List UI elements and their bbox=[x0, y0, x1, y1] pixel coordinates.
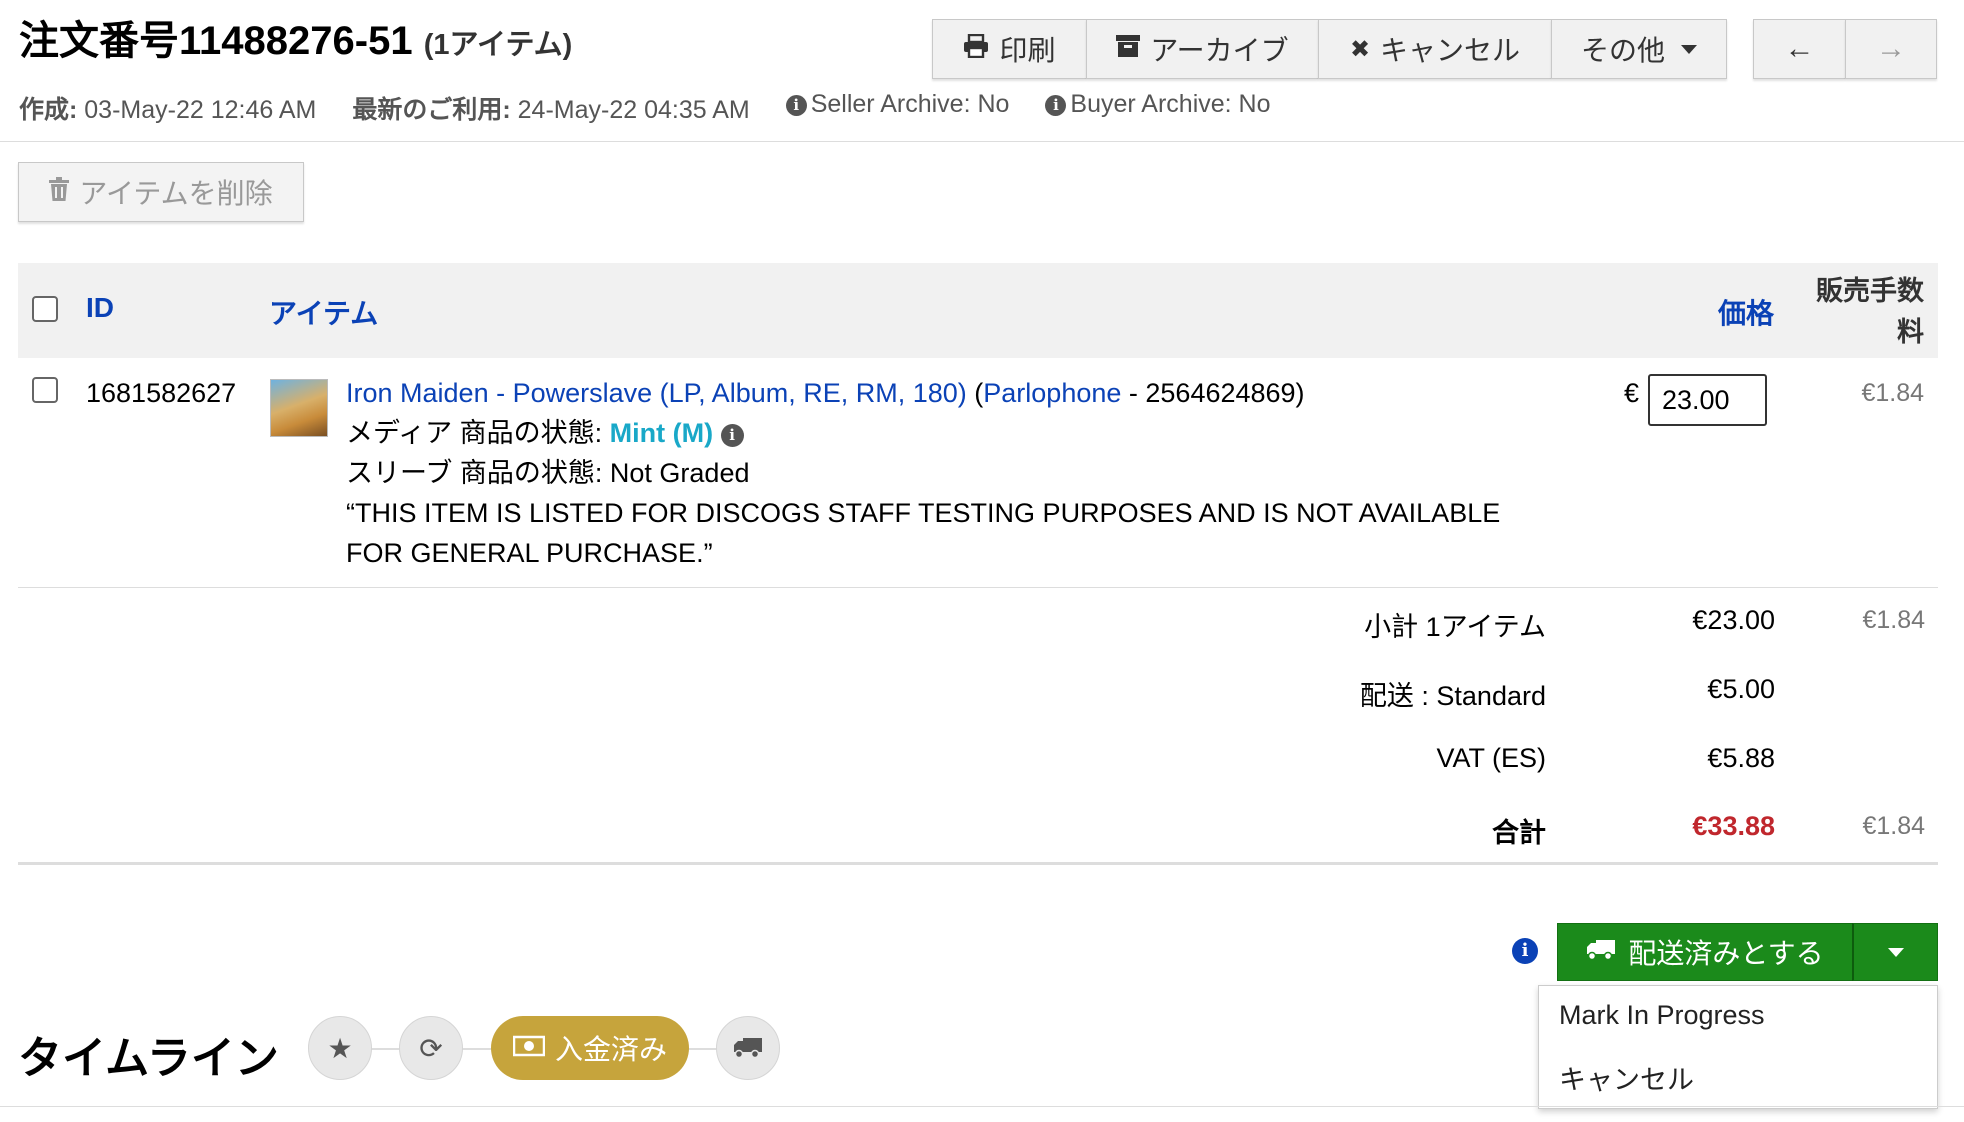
subtotal-fee: €1.84 bbox=[1862, 606, 1925, 634]
total-label: 合計 bbox=[1492, 818, 1546, 848]
price-input[interactable] bbox=[1648, 374, 1767, 426]
chevron-down-icon bbox=[1681, 44, 1697, 54]
media-condition: メディア 商品の状態: Mint (M) i bbox=[346, 413, 1500, 453]
cancel-order-button[interactable]: ✖ キャンセル bbox=[1318, 19, 1551, 79]
info-icon[interactable]: i bbox=[720, 424, 744, 447]
column-header-fee: 販売手数 料 bbox=[1816, 276, 1924, 347]
column-header-id[interactable]: ID bbox=[86, 292, 114, 324]
chevron-down-icon bbox=[1887, 947, 1904, 957]
item-count: (1アイテム) bbox=[423, 29, 573, 61]
last-used-date: 最新のご利用: 24-May-22 04:35 AM bbox=[352, 96, 750, 124]
money-icon bbox=[512, 1032, 546, 1064]
release-link[interactable]: Iron Maiden - Powerslave (LP, Album, RE,… bbox=[346, 378, 967, 408]
timeline-connector bbox=[688, 1048, 718, 1050]
archive-button[interactable]: アーカイブ bbox=[1086, 19, 1318, 79]
delete-items-button[interactable]: アイテムを削除 bbox=[18, 162, 304, 222]
divider bbox=[18, 862, 1938, 865]
ship-options-toggle[interactable] bbox=[1852, 923, 1938, 981]
more-label: その他 bbox=[1580, 35, 1665, 66]
refresh-icon[interactable]: ⟳ bbox=[399, 1016, 463, 1080]
order-nav: ← → bbox=[1753, 19, 1937, 79]
archive-icon bbox=[1116, 34, 1141, 64]
item-fee: €1.84 bbox=[1861, 379, 1924, 407]
close-icon: ✖ bbox=[1349, 35, 1371, 63]
item-description: Iron Maiden - Powerslave (LP, Album, RE,… bbox=[346, 373, 1500, 573]
info-icon[interactable]: i bbox=[1045, 95, 1067, 116]
select-all-checkbox[interactable] bbox=[32, 296, 58, 322]
item-id: 1681582627 bbox=[86, 378, 237, 408]
trash-icon bbox=[49, 176, 70, 208]
total-value: €33.88 bbox=[1692, 811, 1775, 841]
label-link[interactable]: Parlophone bbox=[983, 378, 1121, 408]
divider bbox=[0, 141, 1964, 142]
column-header-item[interactable]: アイテム bbox=[269, 292, 378, 332]
timeline-connector bbox=[462, 1048, 492, 1050]
truck-icon[interactable] bbox=[716, 1016, 780, 1080]
printer-icon bbox=[963, 33, 989, 65]
mark-shipped-button[interactable]: 配送済みとする bbox=[1557, 923, 1853, 981]
currency-symbol: € bbox=[1624, 378, 1640, 408]
timeline-connector bbox=[370, 1048, 402, 1050]
item-comment-line-1: “THIS ITEM IS LISTED FOR DISCOGS STAFF T… bbox=[346, 498, 1501, 528]
paid-label: 入金済み bbox=[554, 1034, 667, 1065]
vat-label: VAT (ES) bbox=[1436, 743, 1546, 773]
divider bbox=[18, 587, 1938, 588]
row-checkbox[interactable] bbox=[32, 377, 58, 403]
print-label: 印刷 bbox=[999, 35, 1056, 66]
created-date: 作成: 03-May-22 12:46 AM bbox=[19, 96, 317, 124]
cancel-label: キャンセル bbox=[1380, 35, 1521, 66]
page-title: 注文番号11488276-51 (1アイテム) bbox=[19, 8, 572, 66]
print-button[interactable]: 印刷 bbox=[932, 19, 1086, 79]
timeline-step-paid[interactable]: 入金済み bbox=[491, 1016, 689, 1080]
more-dropdown-button[interactable]: その他 bbox=[1551, 19, 1727, 79]
sleeve-condition: スリーブ 商品の状態: Not Graded bbox=[346, 458, 750, 488]
info-icon[interactable]: i bbox=[785, 95, 807, 116]
timeline-title: タイムライン bbox=[18, 1034, 279, 1083]
seller-archive-status: i Seller Archive: No bbox=[785, 90, 1009, 126]
media-condition-value: Mint (M) bbox=[609, 418, 714, 448]
ship-options-menu: Mark In Progress キャンセル bbox=[1538, 985, 1938, 1109]
items-table-header: ID アイテム 価格 販売手数 料 bbox=[18, 263, 1938, 358]
subtotal-label: 小計 1アイテム bbox=[1364, 612, 1546, 642]
archive-label: アーカイブ bbox=[1150, 35, 1289, 66]
delete-items-label: アイテムを削除 bbox=[79, 178, 273, 209]
next-order-button[interactable]: → bbox=[1845, 19, 1937, 79]
previous-order-button[interactable]: ← bbox=[1753, 19, 1845, 79]
subtotal-value: €23.00 bbox=[1692, 605, 1775, 635]
catalog-number: - 2564624869) bbox=[1121, 378, 1305, 408]
info-icon[interactable]: i bbox=[1512, 938, 1538, 964]
order-meta: 作成: 03-May-22 12:46 AM 最新のご利用: 24-May-22… bbox=[19, 90, 1271, 126]
star-icon[interactable]: ★ bbox=[308, 1016, 372, 1080]
shipping-label: 配送 : Standard bbox=[1359, 681, 1546, 711]
item-comment-line-2: FOR GENERAL PURCHASE.” bbox=[346, 538, 713, 568]
order-toolbar: 印刷 アーカイブ ✖ キャンセル その他 bbox=[932, 19, 1727, 79]
table-row: 1681582627 Iron Maiden - Powerslave (LP,… bbox=[0, 358, 1964, 588]
buyer-archive-status: i Buyer Archive: No bbox=[1045, 90, 1271, 126]
shipping-value: €5.00 bbox=[1707, 674, 1775, 704]
truck-icon bbox=[1586, 936, 1616, 968]
mark-shipped-label: 配送済みとする bbox=[1628, 938, 1824, 969]
menu-item-cancel[interactable]: キャンセル bbox=[1559, 1058, 1694, 1097]
sleeve-condition-value: Not Graded bbox=[609, 458, 750, 488]
vat-value: €5.88 bbox=[1707, 743, 1775, 773]
order-number: 注文番号11488276-51 bbox=[19, 19, 413, 63]
arrow-left-icon: ← bbox=[1784, 32, 1815, 65]
menu-item-mark-in-progress[interactable]: Mark In Progress bbox=[1559, 1000, 1765, 1031]
divider bbox=[0, 1106, 1964, 1107]
column-header-price[interactable]: 価格 bbox=[1718, 292, 1774, 332]
arrow-right-icon: → bbox=[1876, 32, 1906, 65]
total-fee: €1.84 bbox=[1862, 812, 1925, 840]
album-cover-thumbnail[interactable] bbox=[270, 379, 328, 437]
